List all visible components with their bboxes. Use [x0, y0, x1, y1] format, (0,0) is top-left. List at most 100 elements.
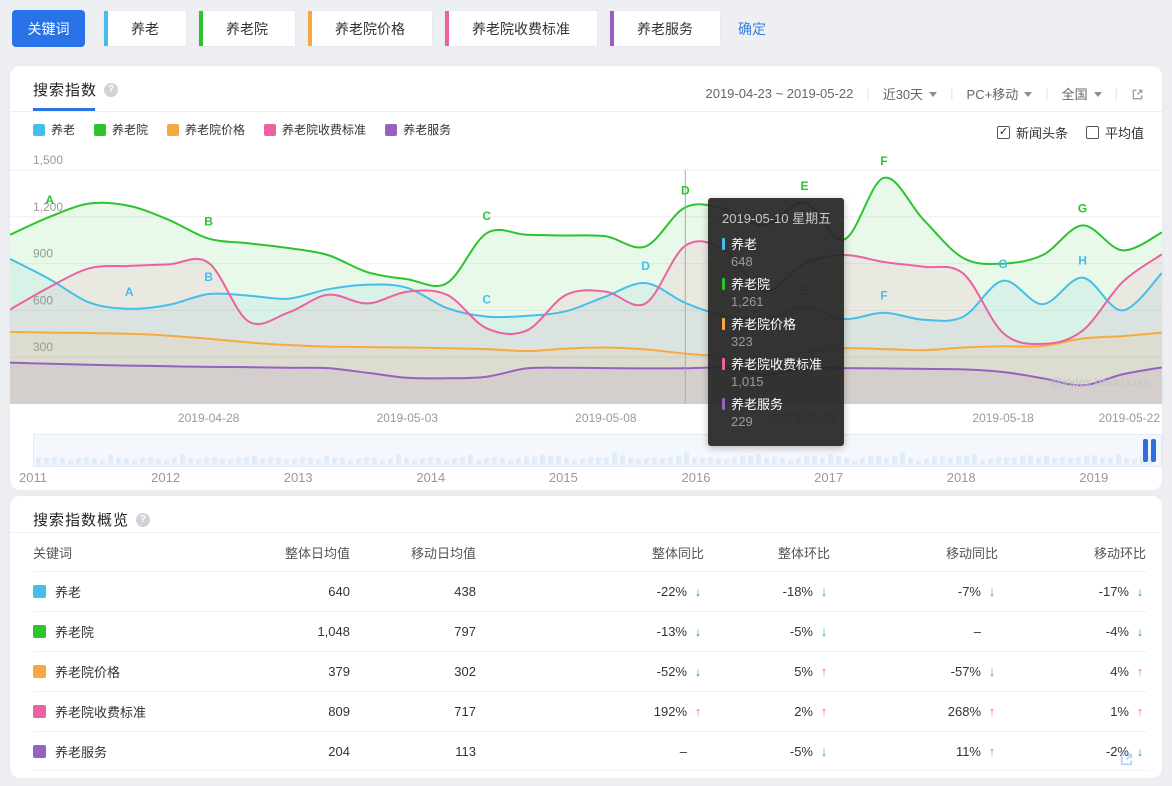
cell-mobile-yoy: –: [830, 624, 998, 639]
keyword-chip[interactable]: 养老院: [198, 10, 296, 47]
cell-value: -52%: [656, 664, 687, 679]
news-marker-letter[interactable]: F: [880, 154, 887, 168]
keyword-color-swatch: [33, 625, 46, 638]
news-marker-letter[interactable]: C: [482, 293, 491, 307]
news-marker-letter[interactable]: D: [681, 183, 690, 197]
news-marker-letter[interactable]: E: [800, 179, 808, 193]
news-marker-letter[interactable]: B: [204, 215, 213, 229]
news-marker-letter[interactable]: B: [204, 270, 213, 284]
tooltip-color-bar: [722, 237, 725, 250]
tooltip-item: 养老院收费标准 1,015: [722, 354, 830, 389]
chevron-down-icon: [1024, 92, 1033, 97]
average-checkbox[interactable]: 平均值: [1085, 123, 1144, 142]
keyword-chip-label: 养老: [131, 20, 159, 37]
cell-mobile-yoy: 11% ↑: [830, 744, 998, 759]
keyword-name: 养老院: [55, 625, 95, 640]
separator: |: [1114, 86, 1118, 101]
tooltip-item: 养老 648: [722, 234, 830, 269]
keyword-chip[interactable]: 养老服务: [609, 10, 721, 47]
x-axis-tick-label: 2019-05-22: [1099, 411, 1161, 425]
cell-overall-yoy: -52% ↓: [476, 664, 704, 679]
cell-mobile-avg: 113: [455, 743, 476, 759]
tooltip-color-bar: [722, 397, 725, 410]
news-marker-letter[interactable]: G: [1078, 201, 1087, 215]
cell-overall-yoy: 192% ↑: [476, 704, 704, 719]
confirm-link[interactable]: 确定: [738, 19, 766, 39]
external-link-icon-bottom[interactable]: [1119, 752, 1134, 772]
keyword-name: 养老院收费标准: [55, 705, 147, 720]
external-link-icon[interactable]: [1131, 88, 1144, 101]
keyword-label-button[interactable]: 关键词: [12, 10, 85, 47]
legend-color-swatch: [33, 123, 45, 136]
table-row: 养老 640 438 -22% ↓ -18% ↓ -7% ↓ -17% ↓: [33, 571, 1148, 611]
range-dropdown[interactable]: 近30天: [883, 84, 938, 103]
cell-mobile-avg: 302: [454, 664, 476, 679]
table-row: 养老服务 204 113– -5% ↓ 11% ↑ -2% ↓: [33, 731, 1148, 771]
col-header-overall-avg: 整体日均值: [284, 545, 350, 561]
date-range: 2019-04-23 ~ 2019-05-22: [705, 86, 854, 101]
keyword-chip-label: 养老服务: [637, 20, 693, 37]
news-headline-checkbox[interactable]: ✓ 新闻头条: [996, 123, 1068, 142]
arrow-down-icon: ↓: [1136, 584, 1144, 599]
cell-value: -4%: [1105, 624, 1129, 639]
cell-overall-yoy: -13% ↓: [476, 624, 704, 639]
keyword-color-swatch: [33, 705, 46, 718]
cell-value: -5%: [789, 624, 813, 639]
tooltip-name-text: 养老院价格: [731, 317, 797, 332]
news-headline-label: 新闻头条: [1015, 126, 1068, 141]
checkbox-checked-icon: ✓: [996, 126, 1010, 139]
arrow-up-icon: ↑: [820, 664, 828, 679]
watermark: @index.baidu.com: [1050, 375, 1150, 389]
separator: |: [950, 86, 954, 101]
chart-options: ✓ 新闻头条 平均值: [996, 123, 1144, 142]
x-axis-tick-label: 2019-05-08: [575, 411, 637, 425]
news-marker-letter[interactable]: C: [482, 209, 491, 223]
news-marker-letter[interactable]: A: [125, 285, 134, 299]
arrow-down-icon: ↓: [820, 624, 828, 639]
timeline-year-label: 2017: [814, 470, 844, 485]
search-index-chart[interactable]: 1,5001,200900600300ABCDEFGHABCDEFG2019-0…: [10, 150, 1162, 434]
help-icon[interactable]: ?: [104, 82, 119, 97]
device-dropdown-value: PC+移动: [966, 87, 1019, 102]
col-header-overall-yoy: 整体同比: [651, 545, 704, 561]
timeline-slider[interactable]: [33, 434, 1162, 467]
tooltip-items: 养老 648 养老院 1,261 养老院价格 323 养老院收费标准 1,015 养老服务 229: [722, 234, 830, 429]
cell-value: -7%: [957, 584, 981, 599]
legend-item[interactable]: 养老院价格: [167, 121, 245, 138]
tooltip-item: 养老院 1,261: [722, 274, 830, 309]
legend-item[interactable]: 养老院收费标准: [264, 121, 366, 138]
keyword-chip-label: 养老院: [226, 20, 268, 37]
news-marker-letter[interactable]: A: [45, 193, 54, 207]
keyword-chip[interactable]: 养老院价格: [307, 10, 433, 47]
news-marker-letter[interactable]: G: [998, 257, 1007, 271]
news-marker-letter[interactable]: F: [880, 289, 887, 303]
slider-handle-left[interactable]: [1143, 439, 1148, 462]
cell-keyword: 养老院收费标准: [33, 702, 253, 721]
legend-item[interactable]: 养老: [33, 121, 75, 138]
legend-item[interactable]: 养老服务: [385, 121, 451, 138]
keyword-chip-label: 养老院价格: [335, 20, 405, 37]
arrow-down-icon: ↓: [694, 624, 702, 639]
cell-value: 2%: [794, 704, 813, 719]
arrow-up-icon: ↑: [988, 704, 996, 719]
news-marker-letter[interactable]: D: [641, 259, 650, 273]
device-dropdown[interactable]: PC+移动: [967, 84, 1033, 103]
timeline-year-label: 2011: [19, 470, 47, 485]
legend-item[interactable]: 养老院: [94, 121, 148, 138]
keyword-name: 养老: [55, 585, 82, 600]
news-marker-letter[interactable]: H: [1078, 254, 1087, 268]
slider-handle-right[interactable]: [1151, 439, 1156, 462]
cell-mobile-yoy: -7% ↓: [830, 584, 998, 599]
chevron-down-icon: [1093, 92, 1102, 97]
cell-mobile-mom: 4% ↑: [998, 664, 1146, 679]
tooltip-name-text: 养老院: [731, 277, 771, 292]
region-dropdown[interactable]: 全国: [1062, 84, 1102, 103]
arrow-up-icon: ↑: [1136, 704, 1144, 719]
help-icon[interactable]: ?: [136, 512, 151, 527]
checkbox-unchecked-icon: [1085, 126, 1099, 139]
tooltip-name-text: 养老: [731, 237, 758, 252]
arrow-down-icon: ↓: [1136, 624, 1144, 639]
keyword-chip[interactable]: 养老院收费标准: [444, 10, 598, 47]
keyword-chip[interactable]: 养老: [103, 10, 187, 47]
table-body: 养老 640 438 -22% ↓ -18% ↓ -7% ↓ -17% ↓ 养老院 1,048 797 -1…: [33, 571, 1148, 771]
